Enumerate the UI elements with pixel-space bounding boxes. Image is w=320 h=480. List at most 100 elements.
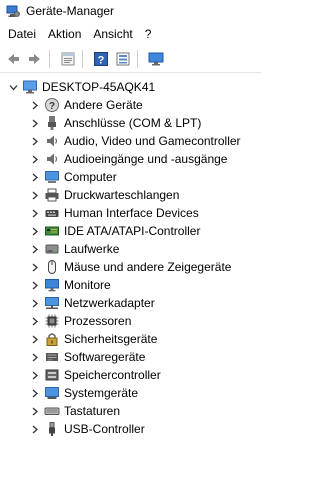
usb-icon (44, 421, 60, 437)
collapsed-chevron-icon[interactable] (30, 173, 40, 182)
monitor-icon[interactable] (147, 50, 165, 68)
tree-item[interactable]: Human Interface Devices (0, 204, 261, 222)
svg-text:?: ? (49, 101, 55, 112)
collapsed-chevron-icon[interactable] (30, 119, 40, 128)
menu-bar: Datei Aktion Ansicht ? (0, 25, 261, 43)
tree-item[interactable]: Sicherheitsgeräte (0, 330, 261, 348)
tree-item[interactable]: Prozessoren (0, 312, 261, 330)
tree-item[interactable]: Speichercontroller (0, 366, 261, 384)
collapsed-chevron-icon[interactable] (30, 371, 40, 380)
tree-item[interactable]: IDE ATA/ATAPI-Controller (0, 222, 261, 240)
software-device-icon (44, 349, 60, 365)
properties-icon[interactable] (59, 50, 77, 68)
tree-item[interactable]: Tastaturen (0, 402, 261, 420)
menu-action[interactable]: Aktion (42, 27, 87, 41)
tree-item[interactable]: Monitore (0, 276, 261, 294)
collapsed-chevron-icon[interactable] (30, 425, 40, 434)
tree-item[interactable]: ? Andere Geräte (0, 96, 261, 114)
tree-item[interactable]: Computer (0, 168, 261, 186)
processor-icon (44, 313, 60, 329)
tree-item[interactable]: Audioeingänge und -ausgänge (0, 150, 261, 168)
menu-view[interactable]: Ansicht (87, 27, 138, 41)
tree-item-label: Monitore (64, 278, 111, 292)
keyboard-icon (44, 403, 60, 419)
tree-item[interactable]: Systemgeräte (0, 384, 261, 402)
tree-item[interactable]: Anschlüsse (COM & LPT) (0, 114, 261, 132)
tree-item-label: IDE ATA/ATAPI-Controller (64, 224, 201, 238)
collapsed-chevron-icon[interactable] (30, 317, 40, 326)
tree-item-label: Audioeingänge und -ausgänge (64, 152, 228, 166)
tree-item[interactable]: Audio, Video und Gamecontroller (0, 132, 261, 150)
menu-help[interactable]: ? (139, 27, 158, 41)
collapsed-chevron-icon[interactable] (30, 227, 40, 236)
view-icon[interactable] (114, 50, 132, 68)
speaker-icon (44, 133, 60, 149)
tree-item-label: Sicherheitsgeräte (64, 332, 158, 346)
collapsed-chevron-icon[interactable] (30, 101, 40, 110)
speaker-icon (44, 151, 60, 167)
tree-item[interactable]: Netzwerkadapter (0, 294, 261, 312)
tree-item-label: Softwaregeräte (64, 350, 146, 364)
computer-icon (22, 79, 38, 95)
toolbar-separator (82, 50, 83, 68)
collapsed-chevron-icon[interactable] (30, 245, 40, 254)
hid-icon (44, 205, 60, 221)
tree-item-label: Netzwerkadapter (64, 296, 155, 310)
collapsed-chevron-icon[interactable] (30, 209, 40, 218)
device-manager-icon (6, 4, 20, 18)
menu-file[interactable]: Datei (0, 27, 42, 41)
tree-item-label: Speichercontroller (64, 368, 161, 382)
device-tree: DESKTOP-45AQK41 ? Andere Geräte Anschlüs… (0, 78, 261, 438)
toolbar-separator (137, 50, 138, 68)
network-icon (44, 295, 60, 311)
tree-item-label: Systemgeräte (64, 386, 139, 400)
mouse-icon (44, 259, 60, 275)
forward-icon[interactable] (26, 50, 44, 68)
collapsed-chevron-icon[interactable] (30, 137, 40, 146)
collapsed-chevron-icon[interactable] (30, 389, 40, 398)
tree-item-label: Druckwarteschlangen (64, 188, 180, 202)
collapsed-chevron-icon[interactable] (30, 155, 40, 164)
tree-item-label: Audio, Video und Gamecontroller (64, 134, 241, 148)
unknown-device-icon: ? (44, 97, 60, 113)
toolbar-separator (49, 50, 50, 68)
tree-item[interactable]: Mäuse und andere Zeigegeräte (0, 258, 261, 276)
tree-root[interactable]: DESKTOP-45AQK41 (0, 78, 261, 96)
computer-name: DESKTOP-45AQK41 (42, 80, 156, 94)
collapsed-chevron-icon[interactable] (30, 281, 40, 290)
port-icon (44, 115, 60, 131)
collapsed-chevron-icon[interactable] (30, 353, 40, 362)
tree-item[interactable]: Druckwarteschlangen (0, 186, 261, 204)
tree-item-label: Human Interface Devices (64, 206, 199, 220)
title-bar: Geräte-Manager (0, 0, 261, 22)
collapsed-chevron-icon[interactable] (30, 263, 40, 272)
tree-item-label: Prozessoren (64, 314, 132, 328)
tree-item[interactable]: Laufwerke (0, 240, 261, 258)
monitor-icon (44, 277, 60, 293)
tree-item-label: USB-Controller (64, 422, 145, 436)
tree-item[interactable]: USB-Controller (0, 420, 261, 438)
tree-item-label: Tastaturen (64, 404, 121, 418)
storage-controller-icon (44, 367, 60, 383)
system-device-icon (44, 385, 60, 401)
tree-item-label: Andere Geräte (64, 98, 143, 112)
tree-item-label: Laufwerke (64, 242, 120, 256)
ide-controller-icon (44, 223, 60, 239)
tree-item[interactable]: Softwaregeräte (0, 348, 261, 366)
security-icon (44, 331, 60, 347)
tree-item-label: Anschlüsse (COM & LPT) (64, 116, 202, 130)
collapsed-chevron-icon[interactable] (30, 407, 40, 416)
collapsed-chevron-icon[interactable] (30, 191, 40, 200)
collapsed-chevron-icon[interactable] (30, 299, 40, 308)
tree-item-label: Mäuse und andere Zeigegeräte (64, 260, 232, 274)
tree-item-label: Computer (64, 170, 117, 184)
help-icon[interactable]: ? (92, 50, 110, 68)
printer-icon (44, 187, 60, 203)
window-title: Geräte-Manager (26, 4, 115, 18)
back-icon[interactable] (4, 50, 22, 68)
svg-text:?: ? (98, 55, 105, 67)
drive-icon (44, 241, 60, 257)
toolbar: ? (0, 46, 261, 73)
expanded-chevron-icon[interactable] (8, 83, 18, 92)
collapsed-chevron-icon[interactable] (30, 335, 40, 344)
